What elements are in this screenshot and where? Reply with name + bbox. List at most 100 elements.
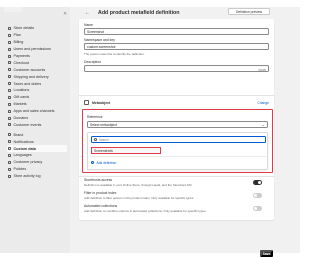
sidebar-item[interactable]: Billing xyxy=(7,39,67,46)
sidebar-item-label: Plan xyxy=(13,33,21,38)
sidebar-item[interactable]: Notifications xyxy=(7,138,67,145)
search-input[interactable] xyxy=(98,136,259,143)
sidebar-item[interactable]: Domains xyxy=(7,115,67,122)
sidebar-item-label: Policies xyxy=(13,167,27,172)
gift-card-icon xyxy=(7,95,11,99)
sidebar-item-label: Domains xyxy=(13,116,29,121)
sidebar-item[interactable]: Users and permissions xyxy=(7,46,67,53)
sidebar-item[interactable]: Markets xyxy=(7,101,67,108)
sidebar-item-label: Taxes and duties xyxy=(13,81,42,86)
sidebar-item[interactable]: Plan xyxy=(7,32,67,39)
sidebar-item[interactable]: Locations xyxy=(7,87,67,94)
filter-toggle[interactable] xyxy=(253,193,262,198)
sidebar-item[interactable]: Taxes and duties xyxy=(7,80,67,87)
taxes-icon xyxy=(7,82,11,86)
definition-form-card: Name Screenshot Namespace and key custom… xyxy=(79,19,274,220)
storefront-toggle[interactable] xyxy=(253,180,262,185)
notifications-icon xyxy=(7,140,11,144)
sidebar-item-label: Store activity log xyxy=(13,174,41,179)
search-box xyxy=(91,136,266,143)
change-type-link[interactable]: Change xyxy=(257,101,269,105)
sidebar-item[interactable]: Shipping and delivery xyxy=(7,73,67,80)
sidebar-item[interactable]: Store activity log xyxy=(7,173,67,180)
description-char-count: 0/100 xyxy=(258,67,266,72)
name-field[interactable]: Screenshot xyxy=(84,28,269,35)
brand-icon xyxy=(7,133,11,137)
sidebar-item-label: Locations xyxy=(13,88,30,93)
apps-icon xyxy=(7,109,11,113)
namespace-field[interactable]: custom.screenshot xyxy=(84,43,269,50)
markets-icon xyxy=(7,102,11,106)
sidebar-item[interactable]: Checkout xyxy=(7,59,67,66)
option-divider xyxy=(91,156,266,157)
sidebar-item[interactable]: Custom data xyxy=(7,145,67,153)
sidebar-item-label: Users and permissions xyxy=(13,47,52,52)
sidebar-item[interactable]: Customer accounts xyxy=(7,66,67,73)
sidebar-item-label: Brand xyxy=(13,132,24,137)
definition-preview-button[interactable]: Definition preview xyxy=(228,8,270,15)
sidebar-item[interactable]: Apps and sales channels xyxy=(7,108,67,115)
sidebar-item-label: Notifications xyxy=(13,139,34,144)
namespace-help: The system uses this to identify the def… xyxy=(84,51,145,56)
settings-sidebar: ✕ Store details Plan Billing Users and perm… xyxy=(0,7,70,253)
storefront-help: Definition is available in your Online S… xyxy=(84,182,193,187)
type-row: Metaobject Change xyxy=(84,99,269,106)
filter-title: Filter in product index xyxy=(84,191,117,195)
shipping-icon xyxy=(7,75,11,79)
sidebar-item-label: Languages xyxy=(13,153,32,158)
checkout-icon xyxy=(7,61,11,65)
option-screenshots[interactable]: Screenshots xyxy=(91,147,161,154)
custom-data-icon xyxy=(7,147,11,151)
sidebar-item-label: Customer events xyxy=(13,122,42,127)
billing-icon xyxy=(7,40,11,44)
sidebar-item-label: Custom data xyxy=(13,146,36,151)
sidebar-item[interactable]: Customer events xyxy=(7,121,67,128)
close-icon[interactable]: ✕ xyxy=(63,12,67,17)
sidebar-item-label: Billing xyxy=(13,40,24,45)
automated-toggle[interactable] xyxy=(253,206,262,211)
automated-title: Automated collections xyxy=(84,204,118,208)
description-label: Description xyxy=(84,60,101,64)
save-button[interactable]: Save xyxy=(260,250,273,257)
locations-icon xyxy=(7,88,11,92)
sidebar-item-label: Shipping and delivery xyxy=(13,74,49,79)
plan-icon xyxy=(7,33,11,37)
chevron-down-icon: ⌄ xyxy=(261,122,265,127)
sidebar-item[interactable]: Languages xyxy=(7,152,67,159)
back-arrow-icon[interactable]: ← xyxy=(85,11,90,16)
sidebar-item[interactable]: Brand xyxy=(7,131,67,138)
type-label: Metaobject xyxy=(92,100,111,105)
sidebar-item-label: Customer accounts xyxy=(13,67,46,72)
customer-accounts-icon xyxy=(7,68,11,72)
activity-log-icon xyxy=(7,174,11,178)
sidebar-item-label: Payments xyxy=(13,54,30,58)
sidebar-item[interactable]: Policies xyxy=(7,166,67,173)
languages-icon xyxy=(7,153,11,157)
main-content: ← Add product metafield definition Defin… xyxy=(70,7,300,257)
description-field[interactable]: 0/100 xyxy=(84,65,269,72)
sidebar-item[interactable]: Store details xyxy=(7,25,67,32)
top-bar xyxy=(0,0,300,7)
filter-help: Add definition to filter options in the … xyxy=(84,195,195,200)
reference-select[interactable]: Select metaobject ⌄ xyxy=(87,121,268,128)
customer-events-icon xyxy=(7,123,11,127)
add-definition-link[interactable]: + Add definition xyxy=(91,159,116,166)
sidebar-item[interactable]: Gift cards xyxy=(7,94,67,101)
add-definition-label: Add definition xyxy=(96,160,117,165)
name-label: Name xyxy=(84,23,94,27)
sidebar-item[interactable]: Customer privacy xyxy=(7,159,67,166)
sidebar-item[interactable]: Payments xyxy=(7,53,67,60)
sidebar-item-label: Apps and sales channels xyxy=(13,109,55,114)
sidebar-item-label: Markets xyxy=(13,102,27,107)
privacy-icon xyxy=(7,160,11,164)
storefront-title: Storefronts access xyxy=(84,178,113,182)
namespace-label: Namespace and key xyxy=(84,38,115,42)
reference-dropdown: Screenshots + Add definition xyxy=(87,132,268,170)
domains-icon xyxy=(7,116,11,120)
automated-help: Add definition to condition options in a… xyxy=(84,208,207,213)
reference-select-value: Select metaobject xyxy=(90,122,117,127)
reference-highlight: Reference Select metaobject ⌄ Screenshot… xyxy=(82,109,273,173)
divider xyxy=(79,95,274,96)
plus-icon: + xyxy=(91,160,95,165)
reference-label: Reference xyxy=(87,115,103,119)
